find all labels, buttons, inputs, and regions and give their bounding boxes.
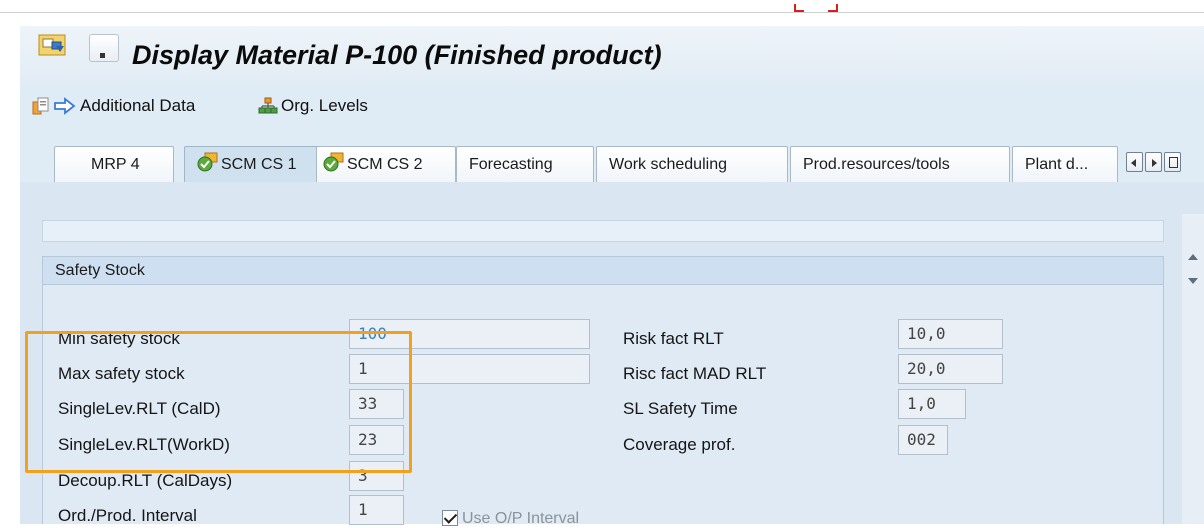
check-icon: [323, 152, 345, 177]
tab-label: SCM CS 1: [221, 155, 297, 173]
arrow-right-icon: [54, 97, 76, 115]
ord-prod-interval-field[interactable]: 1: [349, 495, 404, 525]
use-op-interval-label: Use O/P Interval: [462, 510, 580, 527]
additional-data-label: Additional Data: [80, 96, 196, 115]
tab-strip: MRP 4 SCM CS 1 SCM CS 2 Forecasting Work…: [20, 140, 1204, 182]
tab-label: MRP 4: [91, 155, 140, 173]
additional-data-button[interactable]: Additional Data: [32, 94, 195, 118]
check-icon: [197, 152, 219, 177]
title-bar: Display Material P-100 (Finished product…: [20, 26, 1204, 84]
page-title: Display Material P-100 (Finished product…: [132, 40, 662, 70]
title-menu-dropdown[interactable]: [89, 34, 119, 62]
tab-label: SCM CS 2: [347, 155, 423, 173]
transaction-icon[interactable]: [38, 34, 68, 60]
tab-label: Forecasting: [469, 155, 553, 173]
risc-fact-mad-rlt-field[interactable]: 20,0: [898, 354, 1003, 384]
sl-safety-time-field[interactable]: 1,0: [898, 389, 966, 419]
window-top-border: [0, 12, 1204, 13]
tab-label: Plant d...: [1025, 155, 1089, 173]
tab-scm-cs2[interactable]: SCM CS 2: [316, 146, 456, 182]
org-structure-icon: [258, 97, 278, 115]
tab-forecasting[interactable]: Forecasting: [456, 146, 594, 182]
risk-fact-rlt-field[interactable]: 10,0: [898, 319, 1003, 349]
tab-label: Prod.resources/tools: [803, 155, 950, 173]
coverage-prof-label: Coverage prof.: [623, 435, 736, 454]
sl-safety-time-label: SL Safety Time: [623, 399, 738, 418]
red-selection-marker: [794, 4, 838, 12]
scroll-down-icon[interactable]: [1185, 272, 1201, 290]
tab-mrp4[interactable]: MRP 4: [54, 146, 174, 182]
ord-prod-interval-label: Ord./Prod. Interval: [58, 506, 197, 525]
header-strip: [42, 220, 1164, 242]
tab-prod-resources-tools[interactable]: Prod.resources/tools: [790, 146, 1010, 182]
tab-scroll-left-button[interactable]: [1126, 152, 1143, 172]
tab-list-button[interactable]: [1164, 152, 1181, 172]
org-levels-label: Org. Levels: [281, 96, 368, 115]
risk-fact-rlt-label: Risk fact RLT: [623, 329, 724, 348]
org-levels-button[interactable]: Org. Levels: [258, 94, 368, 118]
tab-label: Work scheduling: [609, 155, 727, 173]
tab-scroll-right-button[interactable]: [1145, 152, 1162, 172]
group-title: Safety Stock: [43, 257, 1163, 285]
copy-screen-icon: [32, 96, 50, 116]
tab-work-scheduling[interactable]: Work scheduling: [596, 146, 788, 182]
tab-scm-cs1[interactable]: SCM CS 1: [184, 146, 334, 182]
coverage-prof-field[interactable]: 002: [898, 425, 948, 455]
application-toolbar: Additional Data Org. Levels: [20, 84, 1204, 130]
scroll-up-icon[interactable]: [1185, 248, 1201, 266]
risc-fact-mad-rlt-label: Risc fact MAD RLT: [623, 364, 767, 383]
tab-plant-data[interactable]: Plant d...: [1012, 146, 1118, 182]
highlight-box: [25, 331, 412, 473]
vertical-scrollbar[interactable]: [1182, 214, 1204, 524]
decoup-rlt-caldays-label: Decoup.RLT (CalDays): [58, 471, 233, 490]
